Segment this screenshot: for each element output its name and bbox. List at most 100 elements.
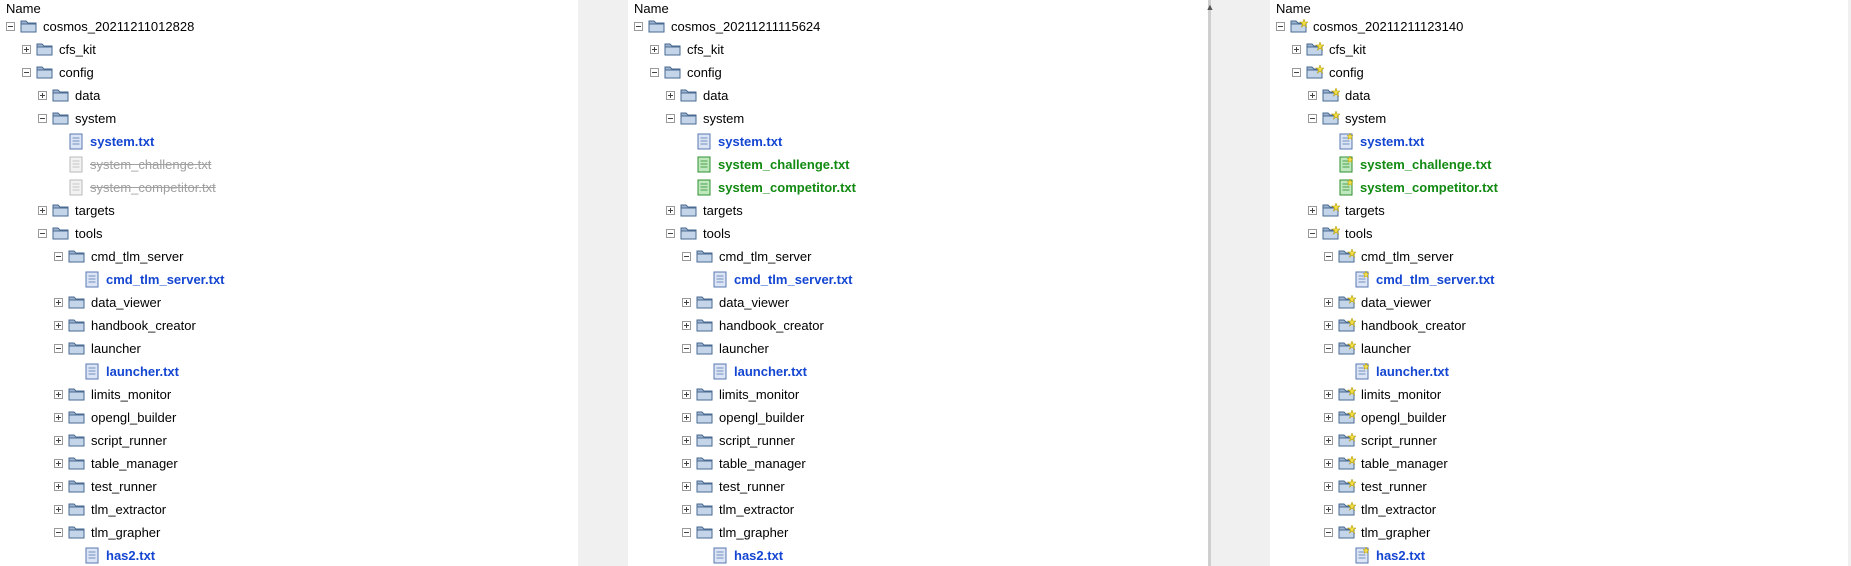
- expand-toggle-icon[interactable]: [1324, 413, 1333, 422]
- collapse-toggle-icon[interactable]: [1308, 229, 1317, 238]
- tree-folder-row[interactable]: opengl_builder: [1270, 407, 1848, 430]
- collapse-toggle-icon[interactable]: [666, 229, 675, 238]
- tree-folder-row[interactable]: script_runner: [628, 430, 1208, 453]
- tree-folder-row[interactable]: table_manager: [0, 453, 578, 476]
- name-column-header[interactable]: Name: [1276, 1, 1311, 16]
- expand-toggle-icon[interactable]: [54, 459, 63, 468]
- collapse-toggle-icon[interactable]: [650, 68, 659, 77]
- tree-folder-row[interactable]: script_runner: [0, 430, 578, 453]
- tree-folder-row[interactable]: tlm_grapher: [0, 522, 578, 545]
- collapse-toggle-icon[interactable]: [1276, 22, 1285, 31]
- tree-folder-row[interactable]: script_runner: [1270, 430, 1848, 453]
- tree-folder-row[interactable]: cosmos_20211211123140: [1270, 16, 1848, 39]
- expand-toggle-icon[interactable]: [1324, 505, 1333, 514]
- tree-file-row[interactable]: system_challenge.txt: [0, 154, 578, 177]
- tree-file-row[interactable]: launcher.txt: [628, 361, 1208, 384]
- tree-folder-row[interactable]: targets: [0, 200, 578, 223]
- collapse-toggle-icon[interactable]: [54, 528, 63, 537]
- expand-toggle-icon[interactable]: [38, 206, 47, 215]
- tree-folder-row[interactable]: config: [628, 62, 1208, 85]
- tree-folder-row[interactable]: cosmos_20211211115624: [628, 16, 1208, 39]
- tree-folder-row[interactable]: data_viewer: [1270, 292, 1848, 315]
- expand-toggle-icon[interactable]: [666, 206, 675, 215]
- tree-file-row[interactable]: system_challenge.txt: [628, 154, 1208, 177]
- collapse-toggle-icon[interactable]: [38, 114, 47, 123]
- tree-folder-row[interactable]: test_runner: [0, 476, 578, 499]
- tree-file-row[interactable]: system.txt: [0, 131, 578, 154]
- collapse-toggle-icon[interactable]: [682, 252, 691, 261]
- tree-folder-row[interactable]: system: [1270, 108, 1848, 131]
- tree-folder-row[interactable]: data_viewer: [0, 292, 578, 315]
- expand-toggle-icon[interactable]: [1324, 321, 1333, 330]
- tree-folder-row[interactable]: cosmos_20211211012828: [0, 16, 578, 39]
- collapse-toggle-icon[interactable]: [22, 68, 31, 77]
- tree-folder-row[interactable]: table_manager: [1270, 453, 1848, 476]
- collapse-toggle-icon[interactable]: [682, 344, 691, 353]
- expand-toggle-icon[interactable]: [1324, 482, 1333, 491]
- tree-folder-row[interactable]: handbook_creator: [628, 315, 1208, 338]
- expand-toggle-icon[interactable]: [54, 298, 63, 307]
- collapse-toggle-icon[interactable]: [1324, 528, 1333, 537]
- tree-folder-row[interactable]: handbook_creator: [1270, 315, 1848, 338]
- collapse-toggle-icon[interactable]: [54, 252, 63, 261]
- tree-folder-row[interactable]: system: [628, 108, 1208, 131]
- tree-file-row[interactable]: cmd_tlm_server.txt: [0, 269, 578, 292]
- tree-file-row[interactable]: system.txt: [628, 131, 1208, 154]
- tree-folder-row[interactable]: tools: [1270, 223, 1848, 246]
- tree-folder-row[interactable]: targets: [1270, 200, 1848, 223]
- tree-folder-row[interactable]: handbook_creator: [0, 315, 578, 338]
- expand-toggle-icon[interactable]: [54, 505, 63, 514]
- vertical-scrollbar[interactable]: [1208, 0, 1211, 566]
- expand-toggle-icon[interactable]: [682, 390, 691, 399]
- tree-file-row[interactable]: has2.txt: [1270, 545, 1848, 566]
- tree-folder-row[interactable]: data: [0, 85, 578, 108]
- tree-folder-row[interactable]: cmd_tlm_server: [1270, 246, 1848, 269]
- tree-folder-row[interactable]: targets: [628, 200, 1208, 223]
- collapse-toggle-icon[interactable]: [682, 528, 691, 537]
- tree-file-row[interactable]: system_competitor.txt: [0, 177, 578, 200]
- collapse-toggle-icon[interactable]: [1292, 68, 1301, 77]
- collapse-toggle-icon[interactable]: [54, 344, 63, 353]
- expand-toggle-icon[interactable]: [1324, 390, 1333, 399]
- tree-folder-row[interactable]: system: [0, 108, 578, 131]
- tree-folder-row[interactable]: limits_monitor: [628, 384, 1208, 407]
- tree-file-row[interactable]: system.txt: [1270, 131, 1848, 154]
- expand-toggle-icon[interactable]: [1308, 91, 1317, 100]
- expand-toggle-icon[interactable]: [682, 321, 691, 330]
- expand-toggle-icon[interactable]: [1324, 459, 1333, 468]
- expand-toggle-icon[interactable]: [54, 413, 63, 422]
- tree-folder-row[interactable]: tlm_extractor: [1270, 499, 1848, 522]
- expand-toggle-icon[interactable]: [666, 91, 675, 100]
- tree-folder-row[interactable]: cmd_tlm_server: [0, 246, 578, 269]
- tree-file-row[interactable]: system_challenge.txt: [1270, 154, 1848, 177]
- tree-file-row[interactable]: cmd_tlm_server.txt: [628, 269, 1208, 292]
- expand-toggle-icon[interactable]: [682, 413, 691, 422]
- tree-folder-row[interactable]: tlm_grapher: [628, 522, 1208, 545]
- tree-folder-row[interactable]: data: [1270, 85, 1848, 108]
- tree-folder-row[interactable]: tools: [628, 223, 1208, 246]
- tree-file-row[interactable]: launcher.txt: [1270, 361, 1848, 384]
- tree-folder-row[interactable]: tlm_grapher: [1270, 522, 1848, 545]
- tree-folder-row[interactable]: test_runner: [1270, 476, 1848, 499]
- tree-folder-row[interactable]: config: [1270, 62, 1848, 85]
- tree-folder-row[interactable]: config: [0, 62, 578, 85]
- expand-toggle-icon[interactable]: [682, 459, 691, 468]
- name-column-header[interactable]: Name: [6, 1, 41, 16]
- collapse-toggle-icon[interactable]: [1308, 114, 1317, 123]
- tree-folder-row[interactable]: tools: [0, 223, 578, 246]
- expand-toggle-icon[interactable]: [682, 436, 691, 445]
- tree-file-row[interactable]: has2.txt: [628, 545, 1208, 566]
- tree-folder-row[interactable]: launcher: [628, 338, 1208, 361]
- expand-toggle-icon[interactable]: [1308, 206, 1317, 215]
- collapse-toggle-icon[interactable]: [38, 229, 47, 238]
- tree-folder-row[interactable]: launcher: [1270, 338, 1848, 361]
- collapse-toggle-icon[interactable]: [1324, 252, 1333, 261]
- tree-folder-row[interactable]: cfs_kit: [1270, 39, 1848, 62]
- tree-file-row[interactable]: has2.txt: [0, 545, 578, 566]
- expand-toggle-icon[interactable]: [682, 298, 691, 307]
- tree-folder-row[interactable]: limits_monitor: [1270, 384, 1848, 407]
- expand-toggle-icon[interactable]: [54, 482, 63, 491]
- tree-folder-row[interactable]: cmd_tlm_server: [628, 246, 1208, 269]
- tree-folder-row[interactable]: data_viewer: [628, 292, 1208, 315]
- tree-folder-row[interactable]: launcher: [0, 338, 578, 361]
